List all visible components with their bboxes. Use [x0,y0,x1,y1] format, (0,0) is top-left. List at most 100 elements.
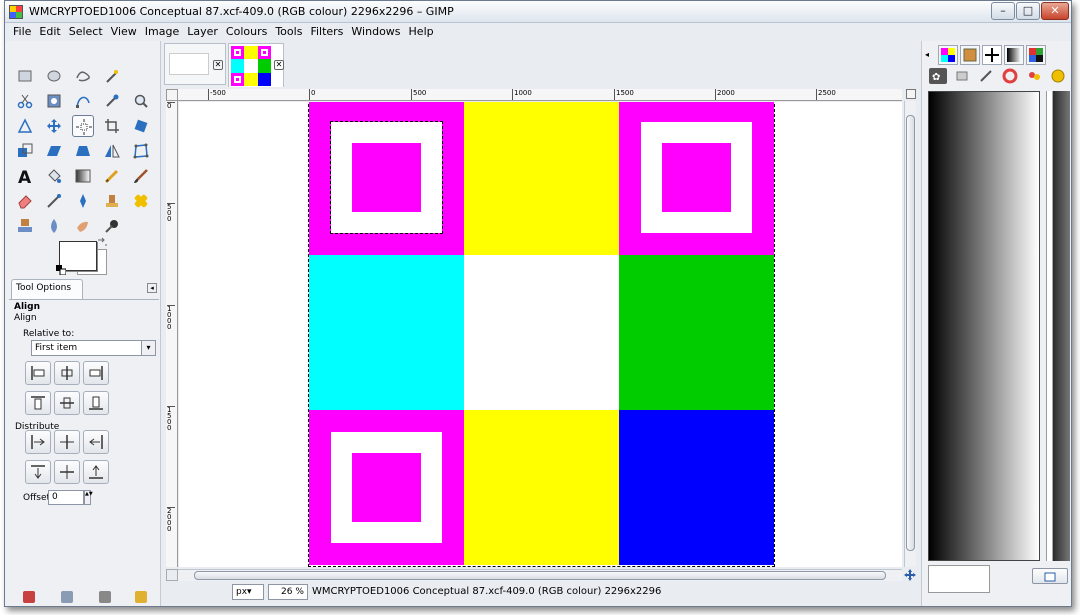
maximize-button[interactable]: □ [1016,2,1040,20]
rect-select-icon[interactable] [14,65,36,87]
tool-options-menu-button[interactable]: ◂ [147,283,157,293]
bucket-fill-icon[interactable] [43,165,65,187]
align-middle-button[interactable] [54,391,80,415]
crop-icon[interactable] [101,115,123,137]
tab-patterns[interactable] [960,45,980,65]
menu-view[interactable]: View [107,24,141,41]
menu-edit[interactable]: Edit [35,24,64,41]
fuzzy-select-icon[interactable] [101,65,123,87]
align-left-button[interactable] [25,361,51,385]
horizontal-scrollbar-thumb[interactable] [194,571,886,580]
image-tab-2[interactable]: ✕ [228,43,284,89]
default-colors-icon[interactable] [56,265,66,275]
align-icon[interactable] [72,115,94,137]
color-picker-icon[interactable] [101,90,123,112]
zoom-fit-button[interactable] [166,569,178,581]
close-icon[interactable]: ✕ [274,60,284,70]
dock-scrollbar-track[interactable] [1047,91,1053,561]
align-right-button[interactable] [83,361,109,385]
delete-options-icon[interactable] [99,591,111,603]
menu-filters[interactable]: Filters [306,24,347,41]
image-viewport[interactable] [179,102,902,567]
restore-options-icon[interactable] [61,591,73,603]
dodge-burn-icon[interactable] [101,215,123,237]
menu-image[interactable]: Image [141,24,183,41]
offset-input[interactable]: 0 [48,490,84,505]
tab-brushes[interactable] [982,45,1002,65]
airbrush-icon[interactable] [43,190,65,212]
distribute-middle-button[interactable] [54,460,80,484]
image-canvas[interactable] [308,102,775,567]
cage-icon[interactable] [130,140,152,162]
move-icon[interactable] [43,115,65,137]
stack-icon[interactable] [952,67,974,87]
ellipse-select-icon[interactable] [43,65,65,87]
paths-icon[interactable] [72,90,94,112]
measure-icon[interactable] [14,115,36,137]
foreground-select-icon[interactable] [43,90,65,112]
align-bottom-button[interactable] [83,391,109,415]
ruler-menu-button[interactable] [166,89,178,101]
menu-tools[interactable]: Tools [271,24,306,41]
unit-select[interactable]: px▾ [232,584,264,600]
horizontal-scrollbar[interactable] [178,569,902,581]
color-wheel-icon[interactable] [1000,67,1022,87]
heal-icon[interactable] [130,190,152,212]
text-icon[interactable]: A [14,165,36,187]
save-options-icon[interactable] [23,591,35,603]
menu-help[interactable]: Help [405,24,438,41]
distribute-bottom-button[interactable] [83,460,109,484]
vertical-scrollbar[interactable] [904,101,916,567]
swap-colors-icon[interactable] [97,237,107,247]
tab-tool-options[interactable]: Tool Options [11,279,83,299]
quick-mask-toggle[interactable] [906,89,916,99]
image-tab-1[interactable]: ✕ [164,43,226,85]
clone-icon[interactable] [101,190,123,212]
scale-icon[interactable] [14,140,36,162]
paintbrush-icon[interactable] [976,67,998,87]
reset-options-icon[interactable] [135,591,147,603]
vertical-scrollbar-thumb[interactable] [906,115,915,551]
smudge-icon[interactable] [72,215,94,237]
blur-icon[interactable] [43,215,65,237]
zoom-icon[interactable] [130,90,152,112]
minimize-button[interactable]: – [991,2,1015,20]
scissors-select-icon[interactable] [14,90,36,112]
ink-icon[interactable] [72,190,94,212]
distribute-center-button[interactable] [54,430,80,454]
eraser-icon[interactable] [14,190,36,212]
pencil-icon[interactable] [101,165,123,187]
gradient-preview[interactable] [928,91,1040,561]
close-button[interactable]: ✕ [1041,2,1069,20]
relative-to-select[interactable]: First item ▾ [31,340,156,356]
rotate-icon[interactable] [130,115,152,137]
blend-icon[interactable] [72,165,94,187]
tab-fonts[interactable] [1026,45,1046,65]
perspective-icon[interactable] [72,140,94,162]
close-icon[interactable]: ✕ [213,60,223,70]
align-center-button[interactable] [54,361,80,385]
distribute-left-button[interactable] [25,430,51,454]
menu-colours[interactable]: Colours [222,24,271,41]
dock-scrollbar[interactable] [1046,91,1070,561]
palette-icon[interactable] [1024,67,1046,87]
menu-file[interactable]: File [9,24,35,41]
vertical-ruler[interactable]: 0 500 1000 1500 2000 [166,101,178,567]
free-select-icon[interactable] [72,65,94,87]
tab-palettes[interactable] [938,45,958,65]
distribute-top-button[interactable] [25,460,51,484]
menu-layer[interactable]: Layer [183,24,222,41]
offset-spinner[interactable]: ▲▼ [84,490,93,505]
perspective-clone-icon[interactable] [14,215,36,237]
tab-layers[interactable]: ✿ [928,67,950,87]
edit-gradient-button[interactable] [1032,568,1068,584]
align-top-button[interactable] [25,391,51,415]
flip-icon[interactable] [101,140,123,162]
chevron-left-icon[interactable]: ◂ [925,51,933,59]
menu-windows[interactable]: Windows [347,24,404,41]
paintbrush-icon[interactable] [130,165,152,187]
tab-gradients[interactable] [1004,45,1024,65]
shear-icon[interactable] [43,140,65,162]
horizontal-ruler[interactable]: -500 0 500 1000 1500 2000 2500 [178,89,902,101]
distribute-right-button[interactable] [83,430,109,454]
